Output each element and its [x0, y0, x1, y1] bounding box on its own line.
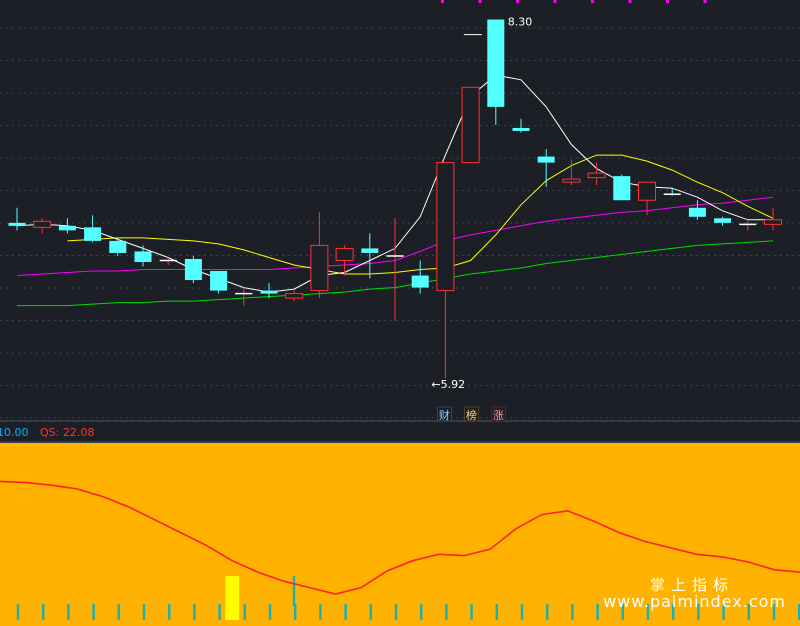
candle-body-down	[260, 290, 278, 294]
highlight-bar	[225, 576, 240, 620]
candle	[461, 86, 480, 164]
candle-body-down	[512, 127, 530, 131]
candle-body-down	[688, 207, 706, 217]
main-panel-bg	[0, 0, 800, 420]
candle-body-down	[109, 240, 127, 253]
candle-body-down	[714, 218, 732, 223]
top-marker-dot	[553, 0, 557, 3]
candle-body-up	[436, 162, 455, 292]
candle	[210, 271, 228, 294]
candle	[613, 174, 631, 201]
candle-body-down	[487, 19, 505, 107]
candle-body-down	[184, 258, 202, 281]
badge-label: 财	[439, 408, 450, 422]
candle-body-down	[84, 227, 102, 241]
stock-chart: 8.30 ←5.92 财 榜 涨 10.00 QS: 22.08	[0, 0, 800, 626]
candle-body-down	[537, 156, 555, 163]
badge-label: 涨	[493, 409, 504, 422]
candle-body-down	[411, 275, 429, 288]
top-marker-dot	[441, 0, 444, 3]
candle-body-up	[285, 293, 304, 299]
badge-label: 榜	[466, 408, 477, 422]
high-price-label: 8.30	[508, 16, 533, 29]
candle-body-down	[613, 176, 631, 201]
top-marker-dot	[628, 0, 632, 3]
candle-body-down	[210, 271, 228, 291]
candle-body-down	[361, 248, 379, 253]
candle-body-up	[335, 247, 354, 261]
low-price-label: ←5.92	[431, 378, 465, 391]
candle-body-up	[562, 178, 581, 183]
indicator-legend: 10.00 QS: 22.08	[0, 426, 94, 439]
candle-body-up	[764, 219, 782, 225]
top-marker-dot	[591, 0, 594, 3]
legend-item: 10.00	[0, 426, 29, 439]
candle-body-down	[134, 251, 152, 262]
candle-body-down	[58, 225, 76, 231]
candle-body-up	[461, 86, 480, 164]
candle-body-down	[8, 222, 26, 226]
candle	[184, 255, 202, 284]
watermark-url: www.palmindex.com	[603, 592, 786, 611]
legend-item: QS: 22.08	[40, 426, 94, 439]
candle-body-up	[638, 181, 656, 201]
top-marker-dot	[478, 0, 482, 3]
top-marker-dot	[666, 0, 669, 3]
top-marker-dot	[703, 0, 707, 3]
candle-body-up	[33, 220, 52, 228]
top-marker-dot	[516, 0, 519, 3]
candle-body-up	[310, 244, 329, 292]
candle-body-up	[587, 172, 606, 179]
